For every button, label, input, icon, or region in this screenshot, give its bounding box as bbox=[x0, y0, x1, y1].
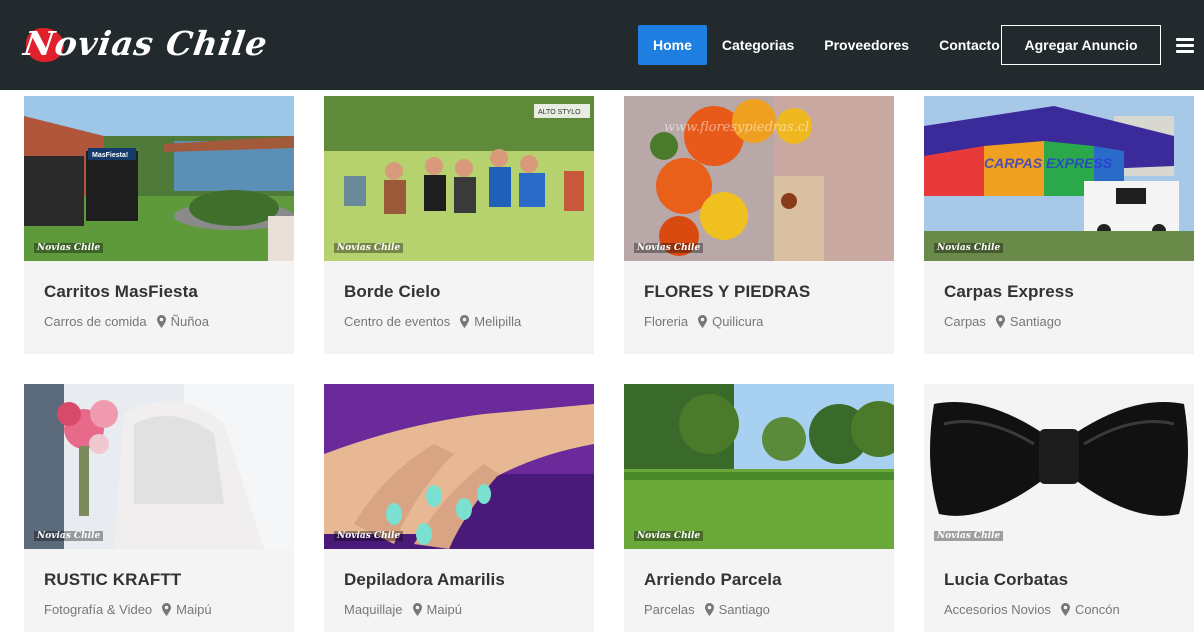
map-pin-icon bbox=[412, 603, 422, 616]
listing-image[interactable]: CARPAS EXPRESS Novias Chile bbox=[924, 96, 1194, 261]
listing-category: Fotografía & Video bbox=[44, 602, 153, 617]
field-photo bbox=[624, 384, 894, 549]
watermark: Novias Chile bbox=[334, 243, 404, 253]
listing-category: Accesorios Novios bbox=[944, 602, 1051, 617]
bride-photo bbox=[24, 384, 294, 549]
map-pin-icon bbox=[156, 315, 166, 328]
listing-card[interactable]: Novias Chile Lucia Corbatas Accesorios N… bbox=[924, 384, 1194, 632]
nav-home[interactable]: Home bbox=[638, 25, 707, 65]
listing-image[interactable]: www.floresypiedras.cl Novias Chile bbox=[624, 96, 894, 261]
svg-text:ALTO STYLO: ALTO STYLO bbox=[538, 109, 581, 116]
listing-image[interactable]: Novias Chile bbox=[324, 384, 594, 549]
nav-categorias[interactable]: Categorias bbox=[707, 25, 809, 65]
watermark: Novias Chile bbox=[34, 531, 104, 541]
manicure-photo bbox=[324, 384, 594, 549]
listing-location: Quilicura bbox=[712, 314, 764, 329]
watermark: Novias Chile bbox=[334, 531, 404, 541]
food-cart-photo: MasFiesta! bbox=[24, 96, 294, 261]
map-pin-icon bbox=[1060, 603, 1070, 616]
listing-category: Floreria bbox=[644, 314, 689, 329]
watermark: Novias Chile bbox=[934, 531, 1004, 541]
listing-image[interactable]: Novias Chile bbox=[624, 384, 894, 549]
watermark: Novias Chile bbox=[634, 243, 704, 253]
listing-title[interactable]: Arriendo Parcela bbox=[644, 570, 874, 590]
map-pin-icon bbox=[162, 603, 172, 616]
flower-bouquet-photo: www.floresypiedras.cl bbox=[624, 96, 894, 261]
map-pin-icon bbox=[704, 603, 714, 616]
map-pin-icon bbox=[995, 315, 1005, 328]
nav-proveedores[interactable]: Proveedores bbox=[809, 25, 924, 65]
listing-title[interactable]: Lucia Corbatas bbox=[944, 570, 1174, 590]
listing-card[interactable]: Novias Chile Depiladora Amarilis Maquill… bbox=[324, 384, 594, 632]
listing-card[interactable]: www.floresypiedras.cl Novias Chile FLORE… bbox=[624, 96, 894, 354]
listing-category: Centro de eventos bbox=[344, 314, 451, 329]
listing-category: Maquillaje bbox=[344, 602, 403, 617]
add-listing-button[interactable]: Agregar Anuncio bbox=[1001, 25, 1161, 65]
listing-card[interactable]: Novias Chile RUSTIC KRAFTT Fotografía & … bbox=[24, 384, 294, 632]
map-pin-icon bbox=[698, 315, 708, 328]
svg-text:www.floresypiedras.cl: www.floresypiedras.cl bbox=[664, 120, 809, 135]
listing-meta: Floreria Quilicura bbox=[644, 314, 874, 329]
listing-title[interactable]: Depiladora Amarilis bbox=[344, 570, 574, 590]
site-logo[interactable]: Novias Chile bbox=[21, 22, 270, 66]
listing-title[interactable]: Carpas Express bbox=[944, 282, 1174, 302]
listing-meta: Fotografía & Video Maipú bbox=[44, 602, 274, 617]
listing-image[interactable]: ALTO STYLO Novias Chile bbox=[324, 96, 594, 261]
listing-title[interactable]: RUSTIC KRAFTT bbox=[44, 570, 274, 590]
listing-card[interactable]: MasFiesta! Novias Chile Carritos MasFies… bbox=[24, 96, 294, 354]
listing-meta: Carpas Santiago bbox=[944, 314, 1174, 329]
listing-card[interactable]: CARPAS EXPRESS Novias Chile Carpas Expre… bbox=[924, 96, 1194, 354]
listing-image[interactable]: Novias Chile bbox=[24, 384, 294, 549]
watermark: Novias Chile bbox=[34, 243, 104, 253]
listing-title[interactable]: FLORES Y PIEDRAS bbox=[644, 282, 874, 302]
watermark: Novias Chile bbox=[934, 243, 1004, 253]
listing-meta: Parcelas Santiago bbox=[644, 602, 874, 617]
svg-text:CARPAS EXPRESS: CARPAS EXPRESS bbox=[984, 155, 1113, 171]
hamburger-icon[interactable] bbox=[1176, 38, 1194, 54]
main-nav: Home Categorias Proveedores Contacto bbox=[638, 25, 1015, 65]
svg-text:MasFiesta!: MasFiesta! bbox=[92, 152, 128, 159]
listing-location: Melipilla bbox=[474, 314, 522, 329]
listing-meta: Centro de eventos Melipilla bbox=[344, 314, 574, 329]
listing-card[interactable]: Novias Chile Arriendo Parcela Parcelas S… bbox=[624, 384, 894, 632]
listing-location: Concón bbox=[1074, 602, 1120, 617]
watermark: Novias Chile bbox=[634, 531, 704, 541]
listing-image[interactable]: MasFiesta! Novias Chile bbox=[24, 96, 294, 261]
listing-card[interactable]: ALTO STYLO Novias Chile Borde Cielo Cent… bbox=[324, 96, 594, 354]
event-tent-photo: CARPAS EXPRESS bbox=[924, 96, 1194, 261]
site-header: Novias Chile Home Categorias Proveedores… bbox=[0, 0, 1204, 90]
listing-meta: Maquillaje Maipú bbox=[344, 602, 574, 617]
listing-meta: Carros de comida Ñuñoa bbox=[44, 314, 274, 329]
team-game-photo: ALTO STYLO bbox=[324, 96, 594, 261]
listing-location: Ñuñoa bbox=[170, 314, 209, 329]
listing-category: Parcelas bbox=[644, 602, 695, 617]
listing-category: Carros de comida bbox=[44, 314, 147, 329]
listing-meta: Accesorios Novios Concón bbox=[944, 602, 1174, 617]
listing-location: Maipú bbox=[426, 602, 462, 617]
listing-location: Santiago bbox=[1009, 314, 1062, 329]
bow-tie-photo bbox=[924, 384, 1194, 549]
listing-title[interactable]: Carritos MasFiesta bbox=[44, 282, 274, 302]
listing-category: Carpas bbox=[944, 314, 986, 329]
listing-location: Santiago bbox=[718, 602, 770, 617]
listing-title[interactable]: Borde Cielo bbox=[344, 282, 574, 302]
logo-text: Novias Chile bbox=[21, 24, 271, 63]
listing-image[interactable]: Novias Chile bbox=[924, 384, 1194, 549]
map-pin-icon bbox=[460, 315, 470, 328]
listing-location: Maipú bbox=[176, 602, 212, 617]
